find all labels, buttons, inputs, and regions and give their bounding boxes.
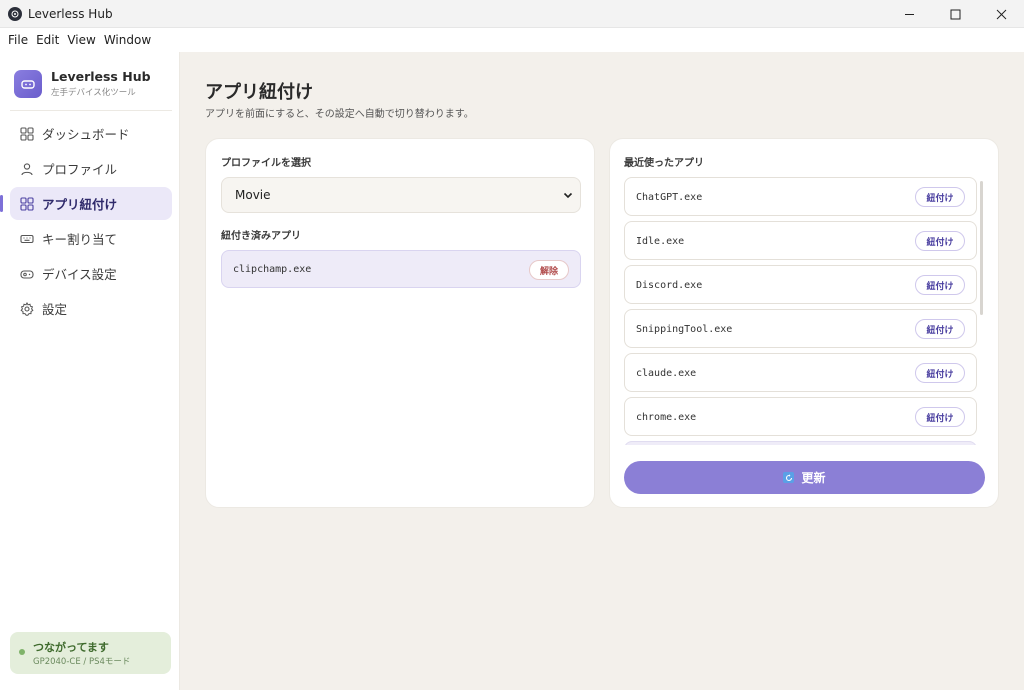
refresh-button[interactable]: 更新 <box>624 461 985 494</box>
minimize-icon <box>904 13 914 15</box>
divider <box>10 110 172 111</box>
link-button[interactable]: 紐付け <box>915 319 965 339</box>
sidebar-item-label: 設定 <box>42 302 68 317</box>
link-button[interactable]: 紐付け <box>915 275 965 295</box>
keyboard-icon <box>20 232 34 246</box>
active-indicator <box>0 195 3 212</box>
app-name: Idle.exe <box>636 236 685 247</box>
app-logo-icon <box>8 6 22 21</box>
refresh-label: 更新 <box>801 471 826 485</box>
link-button[interactable]: 紐付け <box>915 407 965 427</box>
brand-subtitle: 左手デバイス化ツール <box>51 88 136 98</box>
profile-link-card: プロファイルを選択 Movie 紐付き済みアプリ clipchamp.exe 解… <box>205 138 595 508</box>
title-bar: Leverless Hub <box>0 0 1024 28</box>
app-name: Discord.exe <box>636 280 703 291</box>
menu-edit[interactable]: Edit <box>32 33 63 47</box>
brand: Leverless Hub 左手デバイス化ツール <box>14 69 151 98</box>
maximize-button[interactable] <box>932 0 978 28</box>
window-title: Leverless Hub <box>28 6 113 21</box>
user-icon <box>20 162 34 176</box>
grid-icon <box>20 196 34 211</box>
page-title: アプリ紐付け <box>205 82 313 103</box>
connection-status-card: つながってます GP2040-CE / PS4モード <box>10 632 171 674</box>
refresh-icon <box>783 472 795 483</box>
list-item <box>624 441 977 445</box>
grid-icon <box>20 126 34 141</box>
minimize-button[interactable] <box>886 0 932 28</box>
status-title: つながってます <box>33 641 109 654</box>
list-item: Discord.exe 紐付け <box>624 265 977 304</box>
main-content: アプリ紐付け アプリを前面にすると、その設定へ自動で切り替わります。 プロファイ… <box>181 52 1024 690</box>
sidebar-item-label: プロファイル <box>42 162 118 177</box>
link-button[interactable]: 紐付け <box>915 363 965 383</box>
sidebar-item-settings[interactable]: 設定 <box>10 292 172 325</box>
sidebar-item-label: アプリ紐付け <box>42 197 118 212</box>
list-item: claude.exe 紐付け <box>624 353 977 392</box>
recent-section-label: 最近使ったアプリ <box>624 158 704 169</box>
sidebar-item-label: キー割り当て <box>42 232 118 247</box>
sidebar-item-label: デバイス設定 <box>42 267 117 282</box>
sidebar-item-key-assign[interactable]: キー割り当て <box>10 222 172 255</box>
link-button[interactable]: 紐付け <box>915 231 965 251</box>
gamepad-icon <box>20 267 34 281</box>
app-name: SnippingTool.exe <box>636 324 733 335</box>
menu-view[interactable]: View <box>63 33 99 47</box>
app-name: chrome.exe <box>636 412 697 423</box>
controller-logo-icon <box>14 69 42 98</box>
linked-app-row: clipchamp.exe 解除 <box>221 250 581 288</box>
page-description: アプリを前面にすると、その設定へ自動で切り替わります。 <box>205 109 474 120</box>
status-dot <box>19 649 25 655</box>
sidebar-item-dashboard[interactable]: ダッシュボード <box>10 117 172 150</box>
maximize-icon <box>950 9 960 19</box>
brand-name: Leverless Hub <box>51 69 151 84</box>
linked-section-label: 紐付き済みアプリ <box>221 231 301 242</box>
close-icon <box>996 9 1006 19</box>
menu-bar: File Edit View Window <box>0 28 1024 52</box>
link-button[interactable]: 紐付け <box>915 187 965 207</box>
unlink-button[interactable]: 解除 <box>529 260 569 280</box>
list-item: SnippingTool.exe 紐付け <box>624 309 977 348</box>
menu-file[interactable]: File <box>4 33 32 47</box>
menu-window[interactable]: Window <box>100 33 155 47</box>
status-subtitle: GP2040-CE / PS4モード <box>33 657 131 667</box>
app-name: ChatGPT.exe <box>636 192 703 203</box>
sidebar-item-profile[interactable]: プロファイル <box>10 152 172 185</box>
profile-section-label: プロファイルを選択 <box>221 158 311 169</box>
recent-apps-card: 最近使ったアプリ ChatGPT.exe 紐付け Idle.exe 紐付け Di… <box>609 138 999 508</box>
list-item: ChatGPT.exe 紐付け <box>624 177 977 216</box>
recent-app-list[interactable]: ChatGPT.exe 紐付け Idle.exe 紐付け Discord.exe… <box>624 177 978 445</box>
sidebar: Leverless Hub 左手デバイス化ツール ダッシュボード プロファイル … <box>0 52 180 690</box>
sidebar-nav: ダッシュボード プロファイル アプリ紐付け キー割り当て デバイス設定 設定 <box>0 117 172 327</box>
chevron-down-icon <box>563 192 573 199</box>
gear-icon <box>20 301 34 316</box>
sidebar-item-label: ダッシュボード <box>42 127 130 142</box>
linked-app-name: clipchamp.exe <box>233 264 312 275</box>
list-item: Idle.exe 紐付け <box>624 221 977 260</box>
close-button[interactable] <box>978 0 1024 28</box>
profile-select[interactable]: Movie <box>221 177 581 213</box>
sidebar-item-app-link[interactable]: アプリ紐付け <box>0 187 172 220</box>
profile-select-value: Movie <box>235 188 271 202</box>
app-name: claude.exe <box>636 368 697 379</box>
sidebar-item-device-settings[interactable]: デバイス設定 <box>10 257 172 290</box>
list-scrollbar[interactable] <box>980 181 983 315</box>
list-item: chrome.exe 紐付け <box>624 397 977 436</box>
